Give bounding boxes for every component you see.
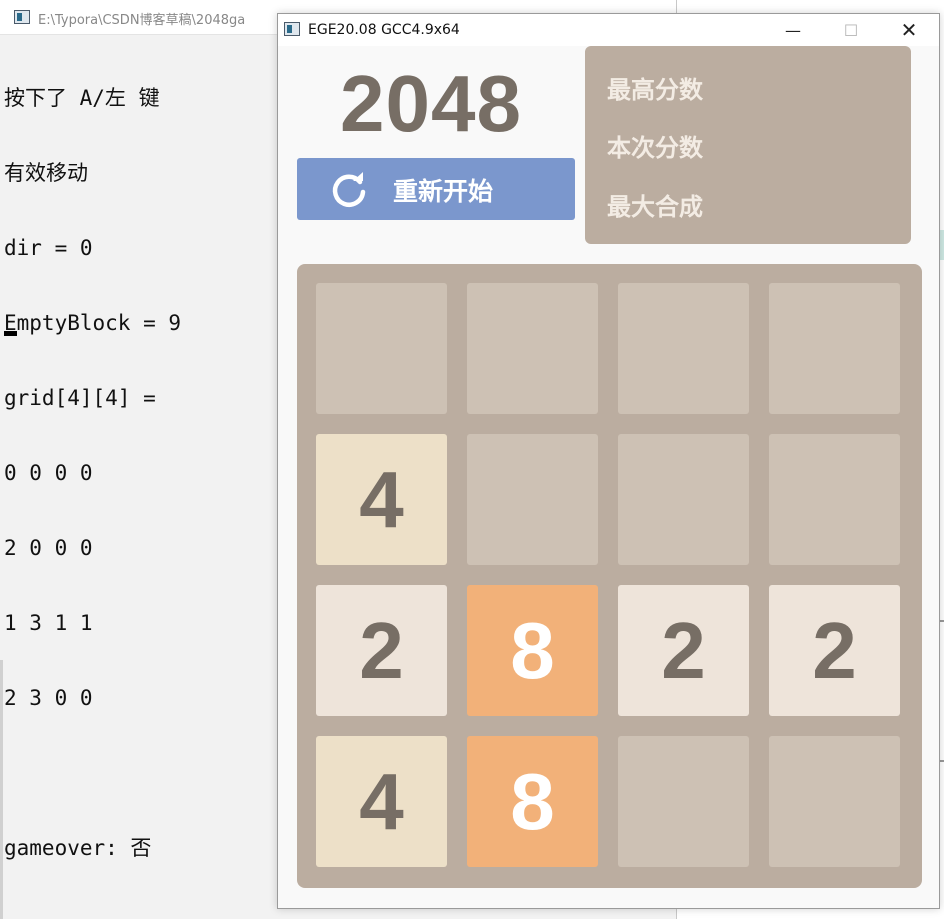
game-app-icon xyxy=(284,22,300,36)
minimize-button[interactable]: — xyxy=(764,14,822,46)
board-cell-empty xyxy=(769,434,900,565)
board-tile: 2 xyxy=(618,585,749,716)
background-window-edge xyxy=(940,230,944,260)
board-cell-empty xyxy=(316,283,447,414)
board-cell-empty xyxy=(618,736,749,867)
console-app-icon xyxy=(14,10,30,24)
console-output: 按下了 A/左 键 有效移动 dir = 0 EmptyBlock = 9 gr… xyxy=(4,36,181,911)
refresh-icon xyxy=(332,172,366,207)
board-cell-empty xyxy=(618,434,749,565)
board-tile: 8 xyxy=(467,585,598,716)
console-line: grid[4][4] = xyxy=(4,386,156,410)
console-line: EmptyBlock = 9 xyxy=(4,311,182,335)
board-tile: 2 xyxy=(316,585,447,716)
board-cell-empty xyxy=(467,434,598,565)
board-tile: 4 xyxy=(316,736,447,867)
best-score-label: 最高分数 xyxy=(607,76,703,104)
game-titlebar[interactable]: EGE20.08 GCC4.9x64 — ☐ ✕ xyxy=(278,14,939,46)
maximize-button[interactable]: ☐ xyxy=(822,14,880,46)
board-cell-empty xyxy=(618,283,749,414)
board-tile: 2 xyxy=(769,585,900,716)
console-line: dir = 0 xyxy=(4,236,93,260)
console-title: E:\Typora\CSDN博客草稿\2048ga xyxy=(38,13,246,28)
console-line: 1 3 1 1 xyxy=(4,611,93,635)
console-line: gameover: 否 xyxy=(4,836,152,860)
restart-label: 重新开始 xyxy=(393,177,494,206)
console-line: 2 0 0 0 xyxy=(4,536,93,560)
game-window-title: EGE20.08 GCC4.9x64 xyxy=(308,22,460,38)
board-tile: 8 xyxy=(467,736,598,867)
game-board[interactable]: 4282248 xyxy=(297,264,922,888)
max-merge-label: 最大合成 xyxy=(607,193,703,221)
restart-button[interactable]: 重新开始 xyxy=(297,158,575,220)
board-cell-empty xyxy=(769,283,900,414)
console-line: 按下了 A/左 键 xyxy=(4,86,160,110)
window-edge xyxy=(0,660,3,919)
console-line: 0 0 0 0 xyxy=(4,461,93,485)
game-logo: 2048 xyxy=(340,59,522,148)
board-tile: 4 xyxy=(316,434,447,565)
score-panel: 最高分数 本次分数 最大合成 xyxy=(585,46,911,244)
current-score-label: 本次分数 xyxy=(607,134,703,162)
text-cursor xyxy=(4,331,17,336)
close-button[interactable]: ✕ xyxy=(880,14,938,46)
console-line: 2 3 0 0 xyxy=(4,686,93,710)
console-line: 有效移动 xyxy=(4,161,88,185)
board-cell-empty xyxy=(769,736,900,867)
game-window: EGE20.08 GCC4.9x64 — ☐ ✕ 2048 重新开始 最高分数 … xyxy=(277,13,940,909)
board-cell-empty xyxy=(467,283,598,414)
